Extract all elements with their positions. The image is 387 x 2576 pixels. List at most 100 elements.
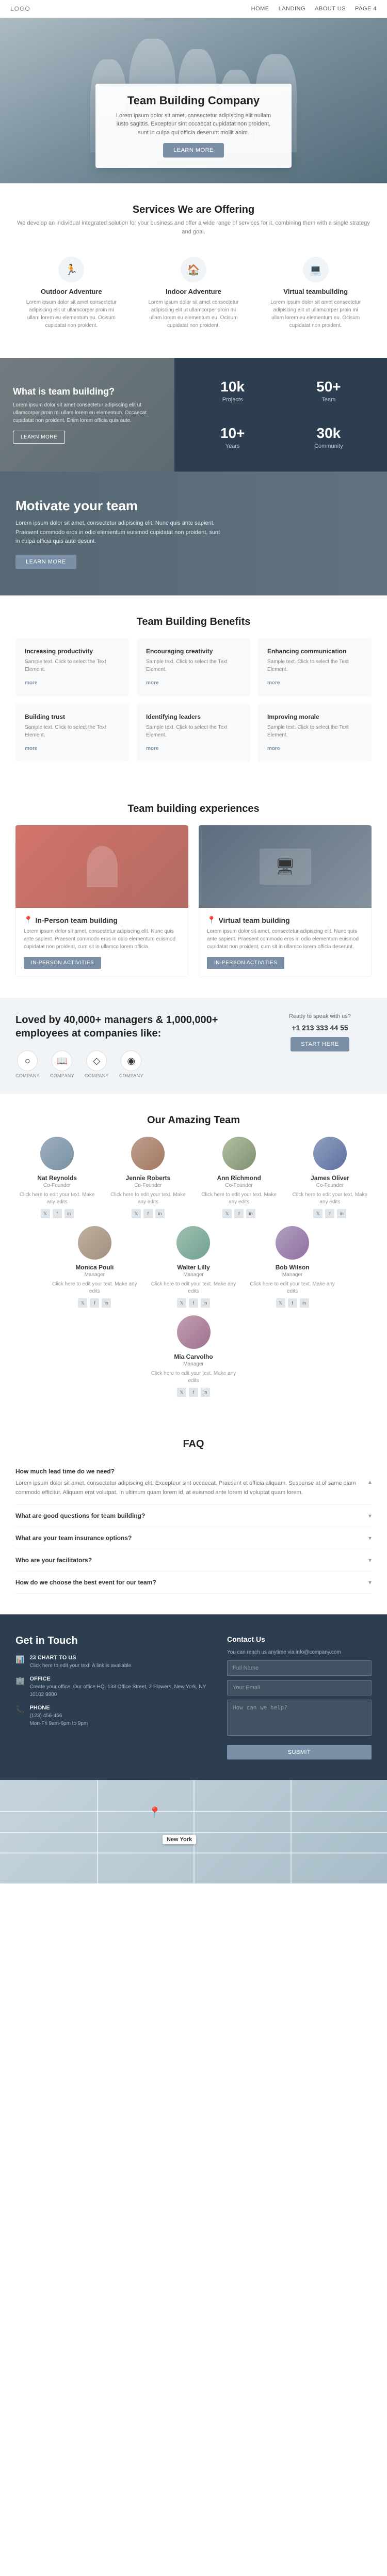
team-section: Our Amazing Team Nat Reynolds Co-Founder… [0,1094,387,1418]
benefit-4-more[interactable]: more [146,746,158,751]
hero-title: Team Building Company [111,94,276,107]
instagram-icon-3[interactable]: in [337,1209,346,1218]
instagram-icon-7[interactable]: in [201,1388,210,1397]
faq-question-0: How much lead time do we need? [15,1468,368,1475]
form-message-input[interactable] [227,1700,372,1736]
facebook-icon-0[interactable]: f [53,1209,62,1218]
benefit-0-more[interactable]: more [25,680,37,686]
office-address: Create your office. Our office HQ. 133 O… [29,1683,212,1699]
faq-answer-0: Lorem ipsum dolor sit amet, consectetur … [15,1475,368,1497]
faq-chevron-4: ▾ [368,1579,372,1586]
exp-virtual-desc: Lorem ipsum dolor sit amet, consectetur … [207,928,363,951]
nav-logo: logo [10,5,30,12]
twitter-icon-7[interactable]: 𝕏 [177,1388,186,1397]
stats-learn-more-button[interactable]: learn more [13,431,65,444]
avatar-6 [276,1226,309,1260]
instagram-icon-6[interactable]: in [300,1298,309,1308]
loved-phone: +1 213 333 44 55 [268,1024,372,1032]
faq-question-1: What are good questions for team buildin… [15,1512,145,1519]
instagram-icon-2[interactable]: in [246,1209,255,1218]
outdoor-title: Outdoor Adventure [23,288,120,295]
faq-chevron-2: ▾ [368,1534,372,1542]
member-0-name: Nat Reynolds [15,1174,99,1182]
twitter-icon-1[interactable]: 𝕏 [132,1209,141,1218]
hero-cta-button[interactable]: Learn More [163,143,224,158]
faq-item-4[interactable]: How do we choose the best event for our … [15,1572,372,1594]
nav-page4[interactable]: PAGE 4 [355,6,377,12]
contact-office: 🏢 OFFICE Create your office. Our office … [15,1676,212,1699]
team-title: Our Amazing Team [15,1114,372,1126]
exp-virtual-content: 📍 Virtual team building Lorem ipsum dolo… [199,908,372,977]
facebook-icon-7[interactable]: f [189,1388,198,1397]
stats-section: What is team building? Lorem ipsum dolor… [0,358,387,472]
team-member-6: Bob Wilson Manager Click here to edit yo… [247,1226,338,1308]
loved-start-button[interactable]: Start Here [291,1037,349,1051]
nav-about[interactable]: ABOUT US [315,6,346,12]
location-pin-virtual-icon: 📍 [207,916,216,924]
nav-home[interactable]: HOME [251,6,269,12]
twitter-icon-4[interactable]: 𝕏 [78,1298,87,1308]
nav-landing[interactable]: LANDING [279,6,305,12]
services-subtitle: We develop an individual integrated solu… [15,219,372,236]
exp-in-person-cta[interactable]: In-Person Activities [24,957,101,969]
benefit-1-more[interactable]: more [146,680,158,686]
faq-item-3[interactable]: Who are your facilitators? ▾ [15,1549,372,1572]
contact-left: Get in Touch 📊 23 CHART TO US Click here… [15,1635,212,1760]
facebook-icon-3[interactable]: f [325,1209,334,1218]
member-0-socials: 𝕏 f in [15,1209,99,1218]
benefit-5-more[interactable]: more [267,746,280,751]
virtual-desc: Lorem ipsum dolor sit amet consectetur a… [267,299,364,329]
member-5-name: Walter Lilly [148,1264,239,1271]
faq-item-1[interactable]: What are good questions for team buildin… [15,1505,372,1527]
map-street-v2 [194,1780,195,1883]
contact-phone: 📞 PHONE (123) 456-456 Mon-Fri 9am-6pm to… [15,1705,212,1727]
benefit-3-more[interactable]: more [25,746,37,751]
indoor-title: Indoor Adventure [146,288,242,295]
benefit-2-more[interactable]: more [267,680,280,686]
motivate-cta-button[interactable]: learn more [15,555,76,569]
form-email-input[interactable] [227,1680,372,1695]
faq-question-3: Who are your facilitators? [15,1557,92,1564]
facebook-icon-4[interactable]: f [90,1298,99,1308]
form-name-input[interactable] [227,1660,372,1676]
faq-item-2[interactable]: What are your team insurance options? ▾ [15,1527,372,1549]
benefit-0-title: Increasing productivity [25,648,120,655]
experiences-grid: 📍 In-Person team building Lorem ipsum do… [15,825,372,977]
office-icon: 🏢 [15,1676,24,1685]
contact-phone-text: PHONE (123) 456-456 Mon-Fri 9am-6pm to 9… [29,1705,88,1727]
company-4-icon: ◉ [121,1050,141,1071]
twitter-icon-0[interactable]: 𝕏 [41,1209,50,1218]
instagram-icon-0[interactable]: in [64,1209,74,1218]
member-1-name: Jennie Roberts [106,1174,189,1182]
facebook-icon-6[interactable]: f [288,1298,297,1308]
twitter-icon-5[interactable]: 𝕏 [177,1298,186,1308]
location-pin-icon: 📍 [24,916,33,924]
instagram-icon-4[interactable]: in [102,1298,111,1308]
twitter-icon-3[interactable]: 𝕏 [313,1209,322,1218]
member-3-role: Co-Founder [288,1183,372,1188]
indoor-icon: 🏠 [181,257,206,282]
stat-team-number: 50+ [286,379,372,395]
hero-card: Team Building Company Lorem ipsum dolor … [95,84,292,168]
twitter-icon-6[interactable]: 𝕏 [276,1298,285,1308]
phone-icon: 📞 [15,1705,24,1714]
faq-item-0[interactable]: How much lead time do we need? Lorem ips… [15,1460,372,1505]
team-member-3: James Oliver Co-Founder Click here to ed… [288,1137,372,1218]
form-sub: You can reach us anytime via info@compan… [227,1650,372,1655]
form-submit-button[interactable]: Submit [227,1745,372,1760]
facebook-icon-2[interactable]: f [234,1209,244,1218]
service-indoor: 🏠 Indoor Adventure Lorem ipsum dolor sit… [138,249,250,337]
member-6-name: Bob Wilson [247,1264,338,1271]
twitter-icon-2[interactable]: 𝕏 [222,1209,232,1218]
exp-virtual-cta[interactable]: In-Person Activities [207,957,284,969]
instagram-icon-5[interactable]: in [201,1298,210,1308]
facebook-icon-5[interactable]: f [189,1298,198,1308]
motivate-content: Motivate your team Lorem ipsum dolor sit… [0,477,237,590]
loved-company-1: ○ COMPANY [15,1050,40,1078]
facebook-icon-1[interactable]: f [143,1209,153,1218]
map-background: 📍 New York [0,1780,387,1883]
experiences-section: Team building experiences 📍 In-Person te… [0,782,387,998]
faq-title: FAQ [15,1438,372,1450]
service-outdoor: 🏃 Outdoor Adventure Lorem ipsum dolor si… [15,249,127,337]
instagram-icon-1[interactable]: in [155,1209,165,1218]
